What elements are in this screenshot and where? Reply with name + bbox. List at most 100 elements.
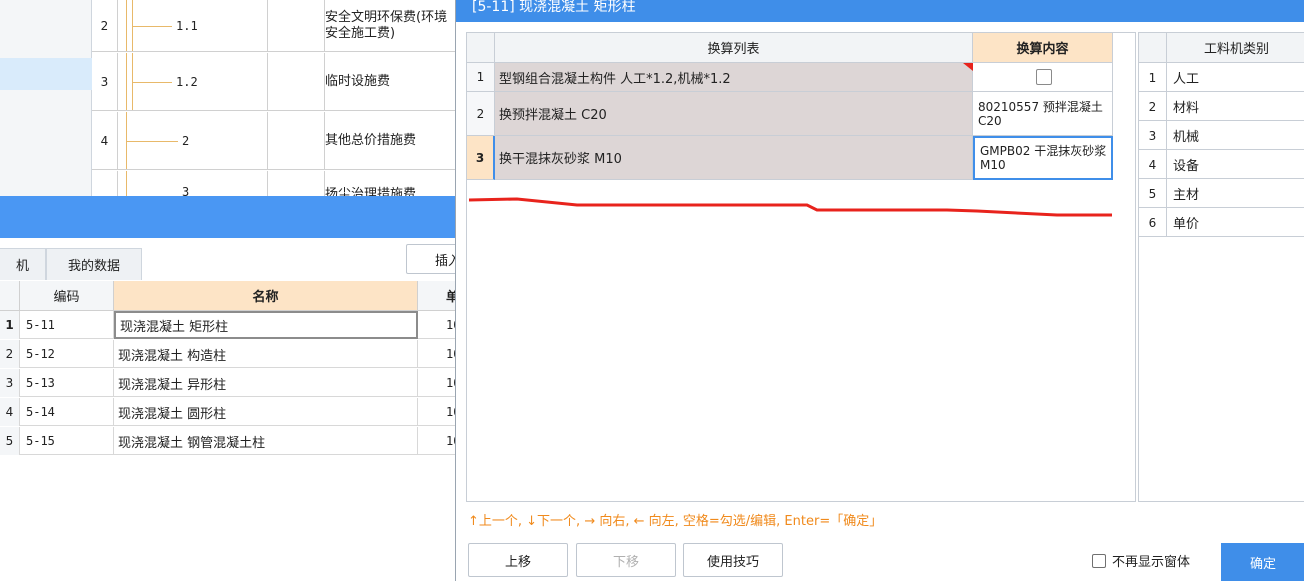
row-name[interactable]: 现浇混凝土 矩形柱	[114, 311, 418, 339]
row-name[interactable]: 现浇混凝土 钢管混凝土柱	[114, 427, 418, 455]
category-row[interactable]: 5 主材	[1139, 179, 1304, 208]
quota-table-header: 编码 名称 单	[0, 281, 460, 311]
row-index: 1	[0, 311, 20, 339]
row-code: 5-12	[20, 340, 114, 368]
header-unit: 单	[418, 281, 460, 311]
row-name[interactable]: 现浇混凝土 构造柱	[114, 340, 418, 368]
keyboard-hint: ↑上一个, ↓下一个, → 向右, ← 向左, 空格=勾选/编辑, Enter=…	[468, 514, 883, 529]
row-index: 4	[0, 398, 20, 426]
row-label: 主材	[1173, 188, 1200, 203]
category-row[interactable]: 3 机械	[1139, 121, 1304, 150]
header-index	[467, 33, 495, 63]
row-content[interactable]	[973, 63, 1113, 92]
header-name: 名称	[114, 281, 418, 311]
fee-tree-selected-row[interactable]	[0, 58, 92, 90]
row-item: 换预拌混凝土 C20	[495, 92, 973, 136]
category-table-header: 工料机类别	[1139, 33, 1304, 63]
fee-tree-panel	[0, 0, 92, 196]
category-row[interactable]: 6 单价	[1139, 208, 1304, 237]
row-name[interactable]: 现浇混凝土 圆形柱	[114, 398, 418, 426]
row-unit: 10	[418, 369, 460, 397]
row-unit: 10	[418, 340, 460, 368]
table-row[interactable]: 2 5-12 现浇混凝土 构造柱 10	[0, 340, 460, 368]
cell-marker-icon	[963, 63, 973, 71]
row-index: 4	[1139, 150, 1167, 179]
fee-row-name: 临时设施费	[324, 53, 460, 110]
row-name[interactable]: 现浇混凝土 异形柱	[114, 369, 418, 397]
row-index: 6	[1139, 208, 1167, 237]
dialog-title[interactable]: [5-11] 现浇混凝土 矩形柱	[456, 0, 1304, 22]
conversion-table: 换算列表 换算内容 1 型钢组合混凝土构件 人工*1.2,机械*1.2 2 换预…	[466, 32, 1136, 502]
fee-row-number: 3	[92, 53, 118, 110]
fee-row-code: 2	[118, 112, 268, 169]
row-index: 1	[1139, 63, 1167, 92]
header-conversion-list: 换算列表	[495, 33, 973, 63]
row-index: 2	[467, 92, 495, 136]
row-label: 单价	[1173, 217, 1200, 232]
header-code: 编码	[20, 281, 114, 311]
row-index: 5	[1139, 179, 1167, 208]
category-row[interactable]: 1 人工	[1139, 63, 1304, 92]
row-item: 换干混抹灰砂浆 M10	[495, 136, 973, 180]
header-category: 工料机类别	[1167, 33, 1304, 63]
tab-machine[interactable]: 机	[0, 248, 46, 280]
row-index: 3	[467, 136, 495, 180]
dont-show-again[interactable]: 不再显示窗体	[1092, 551, 1190, 570]
panel-title-bar	[0, 196, 460, 238]
row-label: 材料	[1173, 101, 1200, 116]
row-index: 5	[0, 427, 20, 455]
table-row[interactable]: 3 5-13 现浇混凝土 异形柱 10	[0, 369, 460, 397]
fee-row-code: 3	[118, 171, 268, 196]
row-code: 5-11	[20, 311, 114, 339]
dont-show-label: 不再显示窗体	[1112, 555, 1191, 570]
category-row[interactable]: 4 设备	[1139, 150, 1304, 179]
fee-table: 2 1.1 安全文明环保费(环境 安全施工费) 3 1.2 临时设施费 4 2 …	[0, 0, 460, 196]
usage-tips-button[interactable]: 使用技巧	[683, 543, 783, 577]
row-unit: 10	[418, 311, 460, 339]
row-code: 5-14	[20, 398, 114, 426]
dont-show-checkbox[interactable]	[1092, 553, 1106, 568]
conversion-dialog: [5-11] 现浇混凝土 矩形柱 换算列表 换算内容 1 型钢组合混凝土构件 人…	[455, 0, 1304, 581]
row-label: 设备	[1173, 159, 1200, 174]
move-down-button[interactable]: 下移	[576, 543, 676, 577]
header-conversion-content: 换算内容	[973, 33, 1113, 63]
ok-button[interactable]: 确定	[1221, 543, 1304, 581]
header-index	[0, 281, 20, 311]
row-index: 3	[0, 369, 20, 397]
row-index: 3	[1139, 121, 1167, 150]
fee-row[interactable]: 3 扬尘治理措施费	[92, 171, 460, 196]
row-content[interactable]: 80210557 预拌混凝土 C20	[973, 92, 1113, 136]
row-item: 型钢组合混凝土构件 人工*1.2,机械*1.2	[495, 63, 973, 92]
fee-row-name: 其他总价措施费	[324, 112, 460, 169]
move-up-button[interactable]: 上移	[468, 543, 568, 577]
fee-row-number: 2	[92, 0, 118, 51]
row-index: 2	[1139, 92, 1167, 121]
fee-row-code: 1.2	[118, 53, 268, 110]
row-unit: 10	[418, 427, 460, 455]
category-row[interactable]: 2 材料	[1139, 92, 1304, 121]
row-code: 5-13	[20, 369, 114, 397]
row-code: 5-15	[20, 427, 114, 455]
row-index: 1	[467, 63, 495, 92]
fee-row[interactable]: 4 2 其他总价措施费	[92, 112, 460, 170]
fee-row[interactable]: 2 1.1 安全文明环保费(环境 安全施工费)	[92, 0, 460, 52]
fee-row-name: 扬尘治理措施费	[324, 171, 460, 196]
fee-row-number	[92, 171, 118, 196]
table-row[interactable]: 5 5-15 现浇混凝土 钢管混凝土柱 10	[0, 427, 460, 455]
fee-row[interactable]: 3 1.2 临时设施费	[92, 53, 460, 111]
fee-row-number: 4	[92, 112, 118, 169]
data-tabs: 机 我的数据	[0, 238, 460, 280]
table-row[interactable]: 1 5-11 现浇混凝土 矩形柱 10	[0, 311, 460, 339]
fee-row-code: 1.1	[118, 0, 268, 51]
category-table: 工料机类别 1 人工 2 材料 3 机械 4 设备 5 主材 6 单价	[1138, 32, 1304, 502]
tab-my-data[interactable]: 我的数据	[46, 248, 142, 280]
header-index	[1139, 33, 1167, 63]
conversion-checkbox[interactable]	[1036, 69, 1052, 85]
row-index: 2	[0, 340, 20, 368]
row-content[interactable]: GMPB02 干混抹灰砂浆 M10	[973, 136, 1113, 180]
row-label: 人工	[1173, 72, 1200, 87]
row-unit: 10	[418, 398, 460, 426]
red-underline-annotation	[468, 197, 1112, 217]
row-label: 机械	[1173, 130, 1200, 145]
table-row[interactable]: 4 5-14 现浇混凝土 圆形柱 10	[0, 398, 460, 426]
